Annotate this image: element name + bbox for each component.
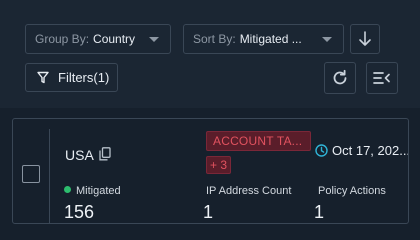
- chevron-down-icon: [149, 37, 159, 42]
- sort-by-value: Mitigated ...: [239, 32, 302, 46]
- mitigated-label-group: Mitigated: [64, 185, 121, 197]
- row-checkbox[interactable]: [22, 165, 40, 183]
- copy-button[interactable]: [99, 147, 111, 166]
- collapse-panel-button[interactable]: [366, 62, 398, 94]
- chevron-down-icon: [322, 37, 332, 42]
- category-tag[interactable]: ACCOUNT TA...: [206, 131, 311, 151]
- card-divider: [49, 129, 50, 223]
- policy-actions-value: 1: [314, 202, 325, 222]
- country-name: USA: [65, 147, 94, 163]
- ip-address-count-value: 1: [203, 202, 214, 222]
- refresh-icon: [333, 69, 347, 85]
- group-by-select[interactable]: Group By: Country: [25, 24, 171, 54]
- filters-label: Filters(1): [58, 70, 110, 85]
- filter-icon: [37, 71, 49, 84]
- arrow-down-icon: [359, 31, 371, 46]
- group-by-value: Country: [93, 32, 136, 46]
- copy-icon: [99, 147, 111, 161]
- sort-by-label: Sort By:: [193, 32, 236, 46]
- collapse-menu-icon: [373, 72, 390, 84]
- sort-direction-button[interactable]: [350, 24, 380, 54]
- last-seen-date: Oct 17, 202...: [332, 143, 409, 158]
- sort-by-select[interactable]: Sort By: Mitigated ...: [183, 24, 344, 54]
- status-dot-icon: [64, 186, 71, 193]
- policy-actions-label: Policy Actions: [318, 185, 386, 197]
- group-by-label: Group By:: [35, 32, 90, 46]
- more-tags-badge[interactable]: + 3: [206, 156, 231, 174]
- result-card[interactable]: USA ACCOUNT TA... + 3 Oct 17, 202... Mit…: [12, 118, 409, 224]
- date-group: Oct 17, 202...: [315, 143, 409, 158]
- clock-icon: [315, 144, 328, 157]
- mitigated-label: Mitigated: [76, 185, 121, 197]
- mitigated-value: 156: [64, 202, 95, 222]
- filters-button[interactable]: Filters(1): [25, 63, 118, 92]
- ip-address-count-label: IP Address Count: [206, 185, 292, 197]
- toolbar: Group By: Country Sort By: Mitigated ...…: [0, 0, 420, 108]
- refresh-button[interactable]: [324, 62, 356, 94]
